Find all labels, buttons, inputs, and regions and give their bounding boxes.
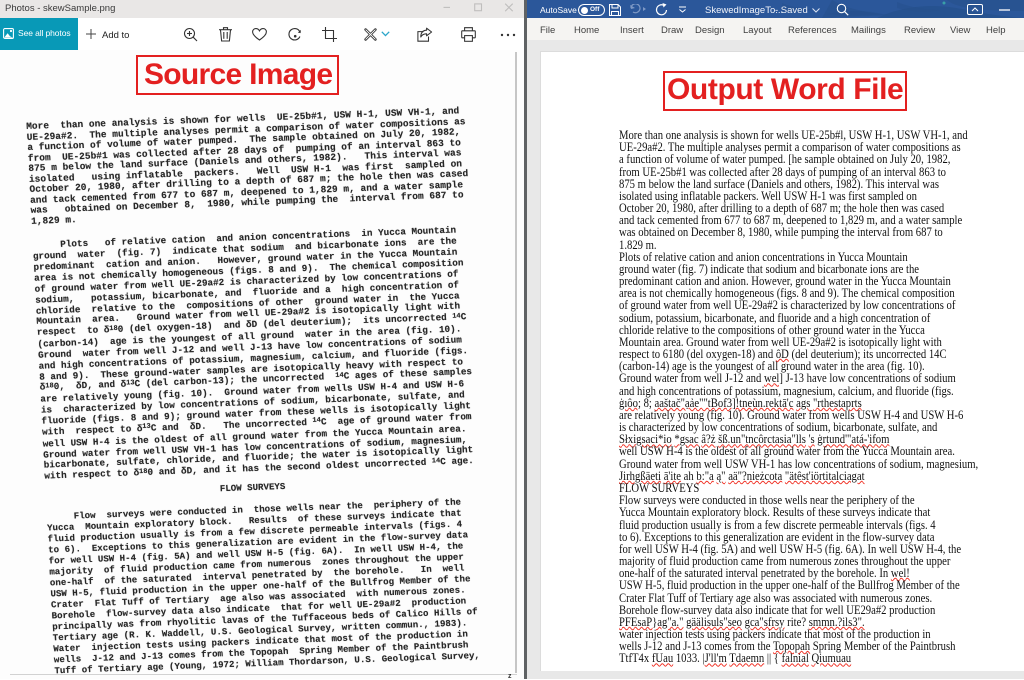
svg-text:Add to: Add to bbox=[102, 30, 129, 41]
